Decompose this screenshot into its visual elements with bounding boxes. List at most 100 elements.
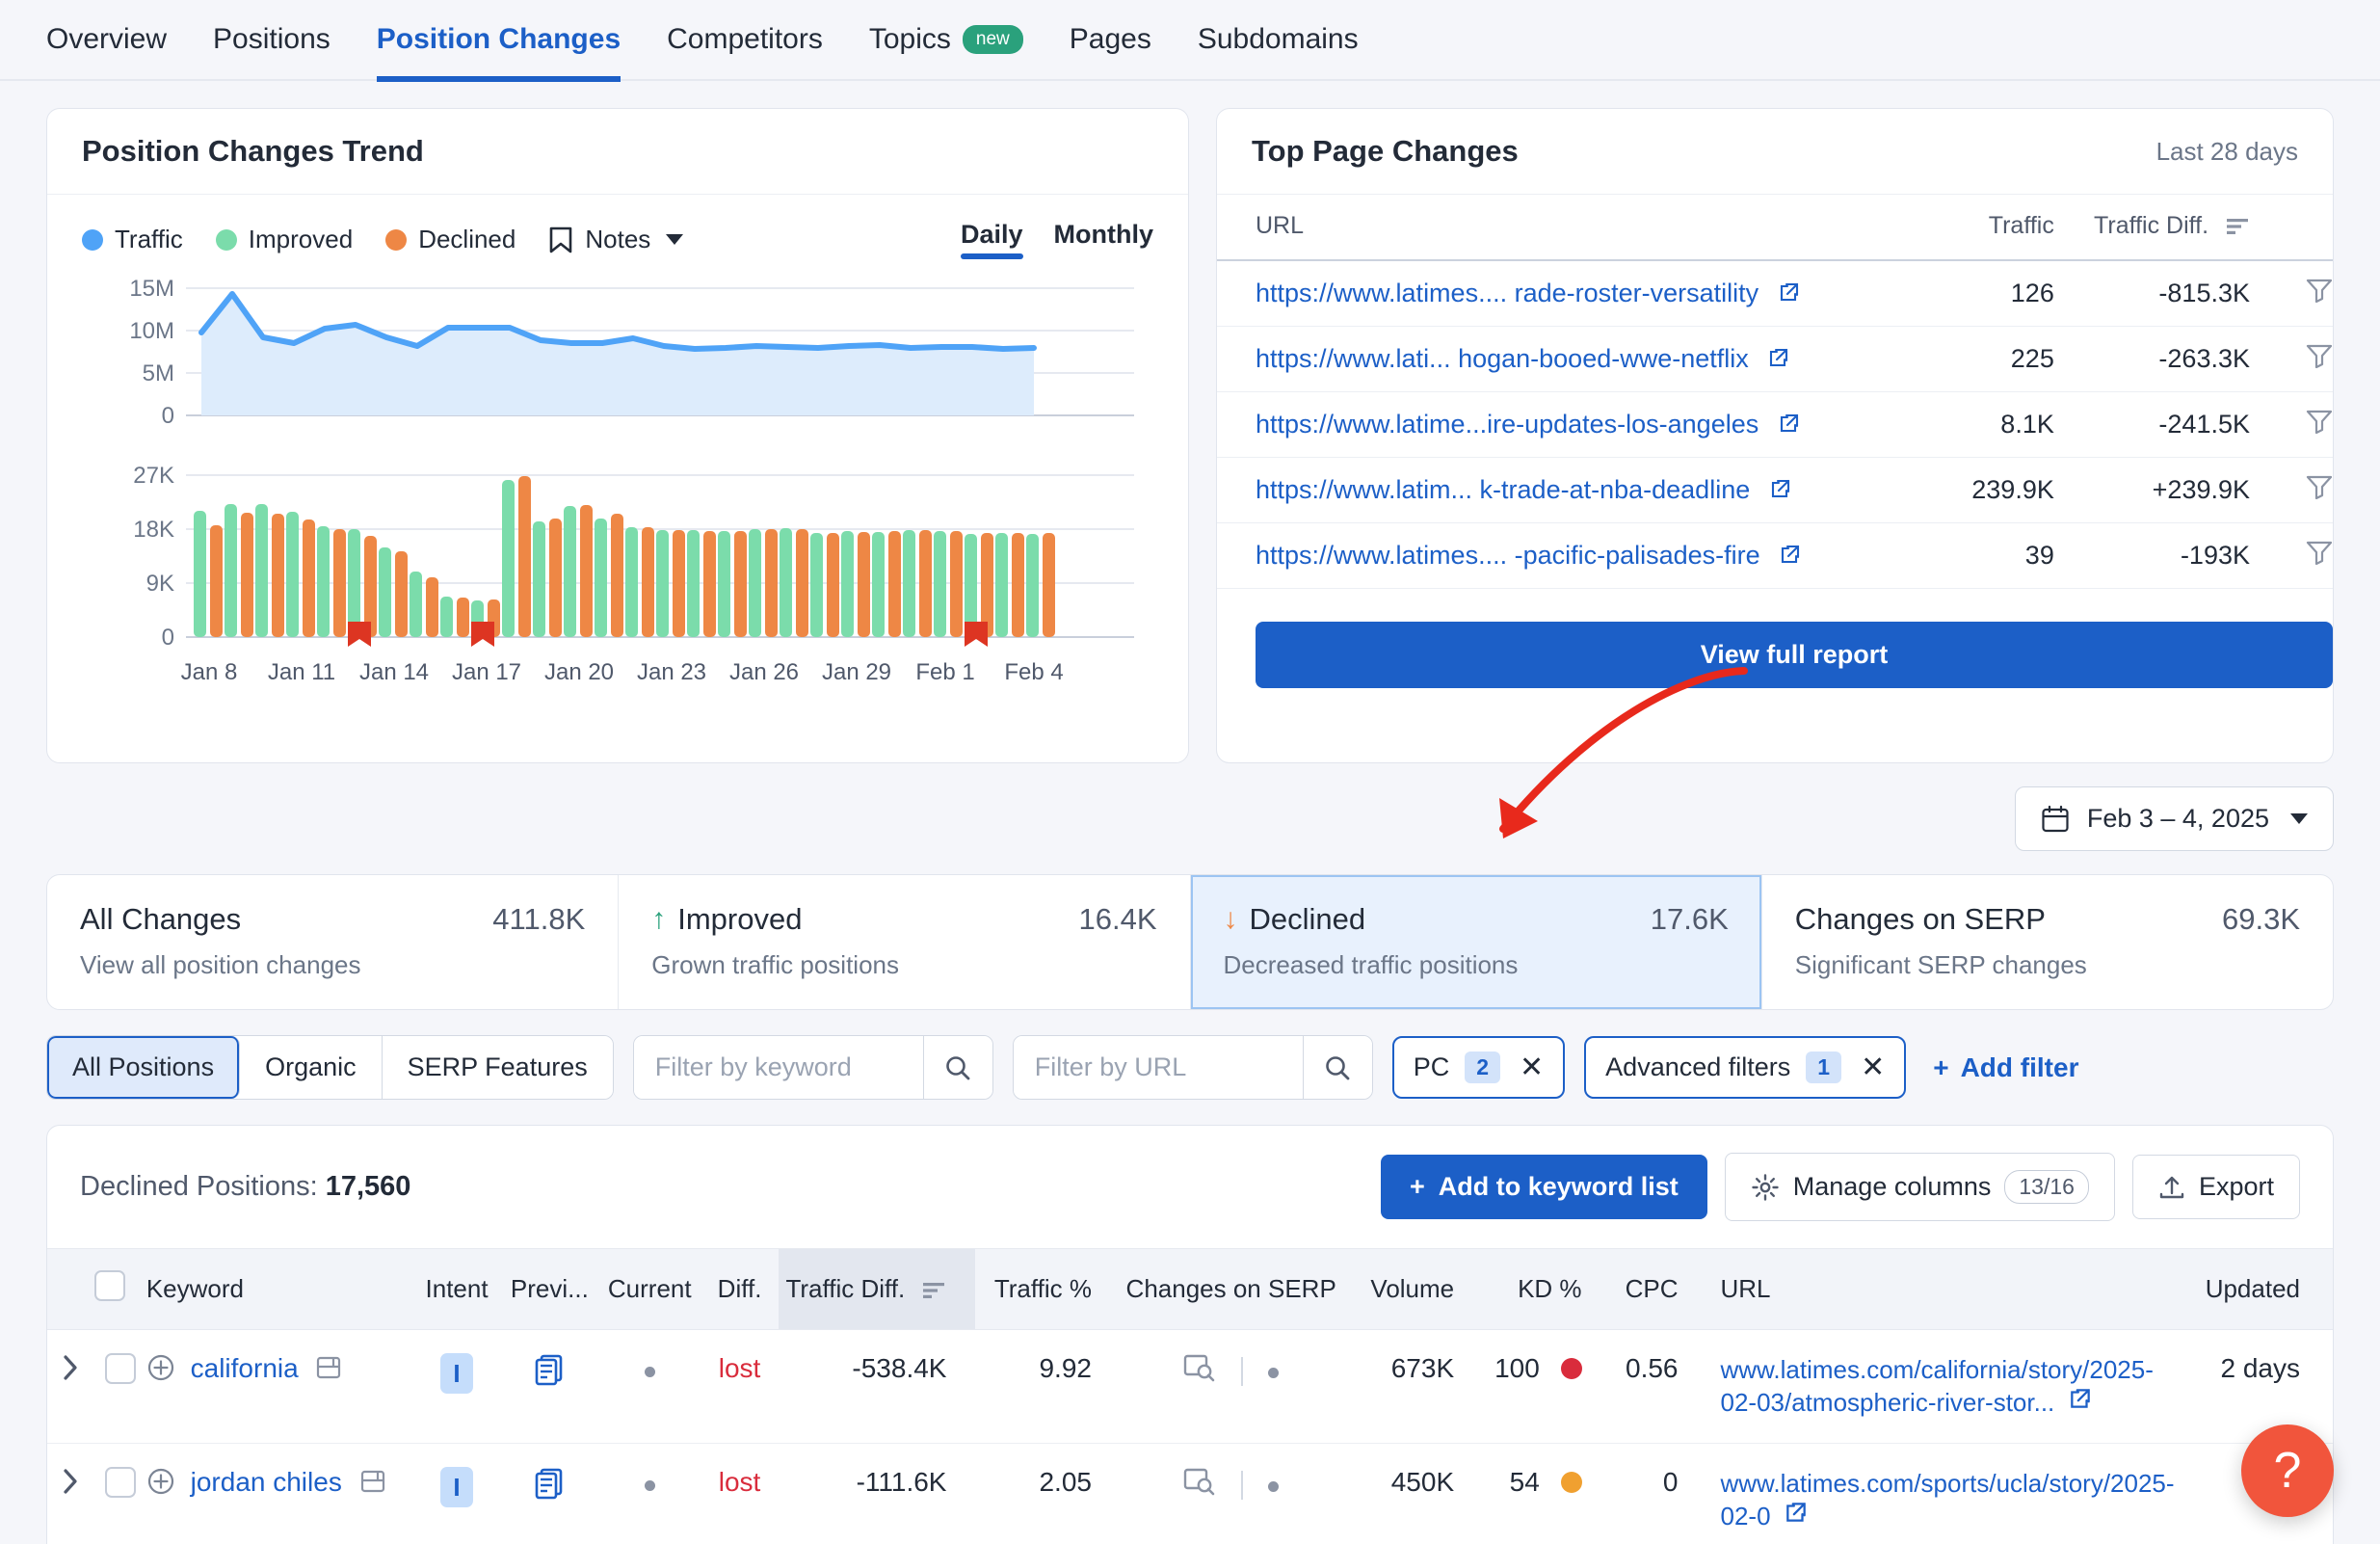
- table-row[interactable]: california I: [47, 1330, 2333, 1444]
- nav-position-changes[interactable]: Position Changes: [377, 0, 621, 80]
- col-previous[interactable]: Previ...: [500, 1249, 599, 1330]
- serp-features-icon[interactable]: [534, 1467, 565, 1500]
- add-keyword-icon[interactable]: [146, 1353, 175, 1382]
- segment-all-positions[interactable]: All Positions: [47, 1036, 240, 1099]
- col-volume[interactable]: Volume: [1347, 1249, 1473, 1330]
- manage-columns-button[interactable]: Manage columns 13/16: [1725, 1153, 2115, 1221]
- page-url-link[interactable]: https://www.latim... k-trade-at-nba-dead…: [1256, 475, 1750, 504]
- col-intent[interactable]: Intent: [413, 1249, 500, 1330]
- row-url-cell: https://www.lati... hogan-booed-wwe-netf…: [1217, 327, 1951, 392]
- external-link-icon[interactable]: [2068, 1386, 2093, 1411]
- export-button[interactable]: Export: [2132, 1155, 2300, 1219]
- col-updated[interactable]: Updated: [2175, 1249, 2333, 1330]
- segment-organic[interactable]: Organic: [240, 1036, 383, 1099]
- page-url-link[interactable]: https://www.latime...ire-updates-los-ang…: [1256, 410, 1759, 439]
- date-range-picker[interactable]: Feb 3 – 4, 2025: [2015, 786, 2334, 851]
- filter-icon[interactable]: [2306, 474, 2333, 499]
- serp-change-icon[interactable]: [1183, 1353, 1216, 1382]
- add-to-keyword-list-button[interactable]: + Add to keyword list: [1381, 1155, 1707, 1219]
- stat-name: ↓ Declined: [1224, 902, 1366, 937]
- external-link-icon[interactable]: [1779, 543, 1802, 566]
- intent-badge[interactable]: I: [440, 1353, 473, 1394]
- keyword-link[interactable]: jordan chiles: [191, 1467, 342, 1497]
- svg-text:10M: 10M: [129, 318, 174, 344]
- nav-pages[interactable]: Pages: [1070, 0, 1151, 80]
- legend-declined[interactable]: Declined: [385, 225, 516, 254]
- filter-pill-advanced[interactable]: Advanced filters 1 ✕: [1584, 1036, 1906, 1099]
- nav-competitors[interactable]: Competitors: [667, 0, 823, 80]
- stat-description: View all position changes: [80, 950, 585, 980]
- stat-card-improved[interactable]: ↑ Improved 16.4K Grown traffic positions: [619, 875, 1190, 1009]
- url-search-button[interactable]: [1303, 1036, 1372, 1099]
- legend-traffic[interactable]: Traffic: [82, 225, 183, 254]
- add-keyword-icon[interactable]: [146, 1467, 175, 1496]
- page-url-link[interactable]: https://www.lati... hogan-booed-wwe-netf…: [1256, 344, 1749, 373]
- nav-positions[interactable]: Positions: [213, 0, 331, 80]
- serp-preview-icon[interactable]: [359, 1468, 386, 1495]
- chevron-right-icon[interactable]: [60, 1467, 81, 1496]
- external-link-icon[interactable]: [1767, 346, 1790, 369]
- keyword-link[interactable]: california: [191, 1353, 299, 1383]
- filter-icon[interactable]: [2306, 343, 2333, 368]
- table-row[interactable]: https://www.latimes.... rade-roster-vers…: [1217, 260, 2333, 327]
- calendar-icon: [2041, 805, 2070, 834]
- table-row[interactable]: https://www.latime...ire-updates-los-ang…: [1217, 392, 2333, 458]
- external-link-icon[interactable]: [1778, 280, 1801, 304]
- nav-topics[interactable]: Topics new: [869, 0, 1023, 80]
- filter-icon[interactable]: [2306, 409, 2333, 434]
- filter-icon[interactable]: [2306, 540, 2333, 565]
- intent-badge[interactable]: I: [440, 1467, 473, 1507]
- filter-pill-pc[interactable]: PC 2 ✕: [1392, 1036, 1565, 1099]
- col-url[interactable]: URL: [1698, 1249, 2175, 1330]
- col-url[interactable]: URL: [1217, 195, 1951, 260]
- table-row[interactable]: https://www.lati... hogan-booed-wwe-netf…: [1217, 327, 2333, 392]
- external-link-icon[interactable]: [1784, 1500, 1809, 1525]
- stat-card-declined[interactable]: ↓ Declined 17.6K Decreased traffic posit…: [1191, 875, 1762, 1009]
- col-traffic-diff[interactable]: Traffic Diff.: [779, 1249, 975, 1330]
- col-diff[interactable]: Diff.: [701, 1249, 779, 1330]
- serp-change-icon[interactable]: [1183, 1467, 1216, 1496]
- external-link-icon[interactable]: [1769, 477, 1792, 500]
- stat-card-all-changes[interactable]: All Changes 411.8K View all position cha…: [47, 875, 619, 1009]
- segment-serp-features[interactable]: SERP Features: [383, 1036, 613, 1099]
- close-icon[interactable]: ✕: [1861, 1051, 1885, 1084]
- col-traffic[interactable]: Traffic: [1951, 195, 2054, 260]
- row-checkbox[interactable]: [105, 1467, 136, 1498]
- serp-preview-icon[interactable]: [315, 1354, 342, 1381]
- select-all-checkbox[interactable]: [94, 1270, 125, 1301]
- url-filter-input[interactable]: [1014, 1036, 1303, 1099]
- row-traffic-diff: -241.5K: [2054, 392, 2250, 458]
- keyword-filter-input[interactable]: [634, 1036, 923, 1099]
- nav-overview[interactable]: Overview: [46, 0, 167, 80]
- stat-card-changes-on-serp[interactable]: Changes on SERP 69.3K Significant SERP c…: [1762, 875, 2333, 1009]
- nav-subdomains[interactable]: Subdomains: [1198, 0, 1359, 80]
- stat-name: Changes on SERP: [1795, 902, 2046, 937]
- col-keyword[interactable]: Keyword: [146, 1249, 413, 1330]
- row-checkbox[interactable]: [105, 1353, 136, 1384]
- col-traffic-diff[interactable]: Traffic Diff.: [2054, 195, 2250, 260]
- tab-monthly[interactable]: Monthly: [1054, 220, 1153, 259]
- col-traffic-pct[interactable]: Traffic %: [975, 1249, 1114, 1330]
- serp-features-icon[interactable]: [534, 1353, 565, 1386]
- chevron-right-icon[interactable]: [60, 1353, 81, 1382]
- col-kd[interactable]: KD %: [1473, 1249, 1600, 1330]
- legend-improved[interactable]: Improved: [216, 225, 353, 254]
- col-current[interactable]: Current: [599, 1249, 701, 1330]
- tab-daily[interactable]: Daily: [961, 220, 1023, 259]
- close-icon[interactable]: ✕: [1520, 1051, 1544, 1084]
- help-button[interactable]: ?: [2241, 1424, 2334, 1517]
- external-link-icon[interactable]: [1778, 412, 1801, 435]
- table-row[interactable]: https://www.latimes.... -pacific-palisad…: [1217, 523, 2333, 589]
- notes-dropdown[interactable]: Notes: [548, 225, 683, 254]
- table-row[interactable]: https://www.latim... k-trade-at-nba-dead…: [1217, 458, 2333, 523]
- filter-icon[interactable]: [2306, 278, 2333, 303]
- table-row[interactable]: jordan chiles I: [47, 1443, 2333, 1544]
- col-changes-on-serp[interactable]: Changes on SERP: [1115, 1249, 1347, 1330]
- trend-chart-svg[interactable]: 15M 10M 5M 0 27K: [82, 271, 1151, 705]
- add-filter-button[interactable]: + Add filter: [1933, 1052, 2078, 1083]
- page-url-link[interactable]: https://www.latimes.... -pacific-palisad…: [1256, 541, 1760, 570]
- view-full-report-button[interactable]: View full report: [1256, 622, 2333, 688]
- page-url-link[interactable]: https://www.latimes.... rade-roster-vers…: [1256, 279, 1759, 307]
- col-cpc[interactable]: CPC: [1601, 1249, 1698, 1330]
- keyword-search-button[interactable]: [923, 1036, 992, 1099]
